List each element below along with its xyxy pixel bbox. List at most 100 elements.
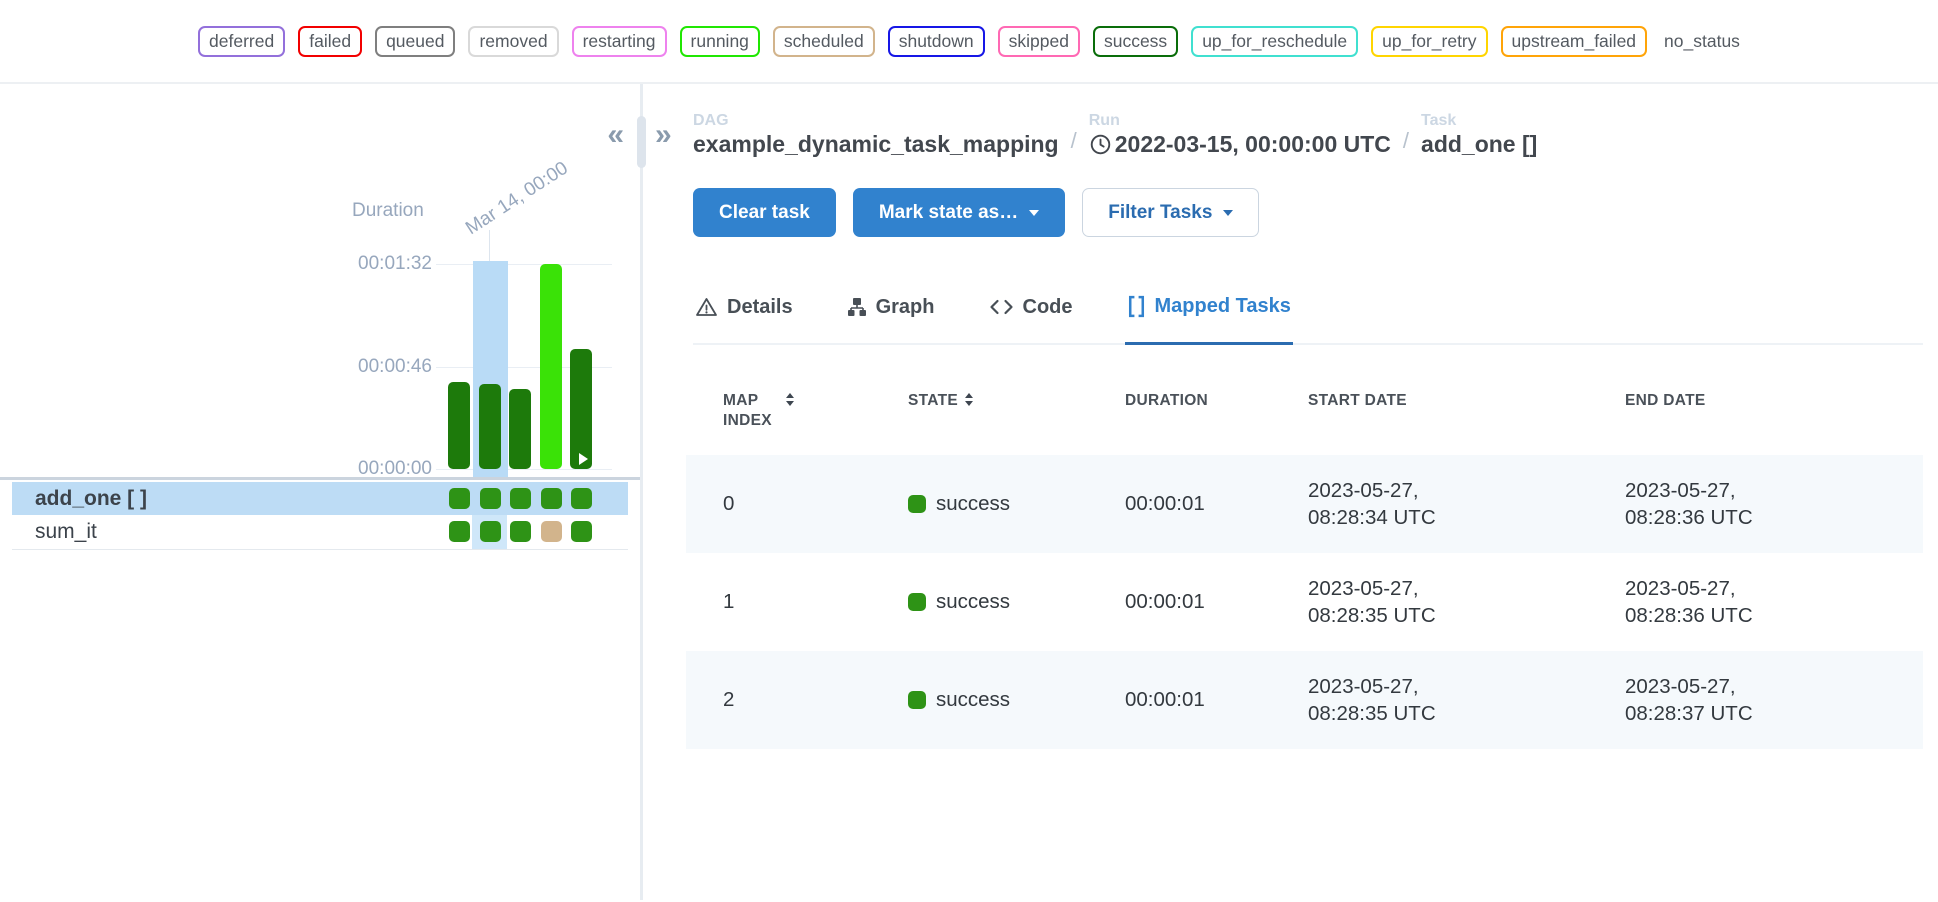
- map-index-cell: 1: [723, 590, 908, 614]
- no-status-label: no_status: [1664, 31, 1740, 52]
- duration-cell: 00:00:01: [1125, 688, 1308, 712]
- tab-code-label: Code: [1023, 296, 1073, 319]
- state-label: success: [936, 688, 1010, 712]
- details-panel: » DAG example_dynamic_task_mapping / Run…: [643, 84, 1938, 900]
- duration-cell: 00:00:01: [1125, 492, 1308, 516]
- duration-cell: 00:00:01: [1125, 590, 1308, 614]
- status-badge-deferred[interactable]: deferred: [198, 26, 285, 57]
- task-instance-success[interactable]: [480, 488, 501, 509]
- breadcrumb-run-segment: Run 2022-03-15, 00:00:00 UTC: [1089, 112, 1391, 158]
- breadcrumb-separator: /: [1403, 128, 1409, 158]
- mapped-task-row[interactable]: 1success00:00:012023-05-27, 08:28:35 UTC…: [686, 553, 1923, 651]
- task-name[interactable]: sum_it: [12, 520, 97, 544]
- detail-tabs: Details Graph Code: [693, 295, 1923, 345]
- dag-run-bar[interactable]: [448, 382, 470, 469]
- header-state-label: STATE: [908, 391, 958, 411]
- status-badge-running[interactable]: running: [680, 26, 760, 57]
- status-badge-scheduled[interactable]: scheduled: [773, 26, 875, 57]
- tab-graph[interactable]: Graph: [845, 295, 937, 343]
- status-badge-shutdown[interactable]: shutdown: [888, 26, 985, 57]
- expand-grid-icon[interactable]: »: [655, 120, 672, 150]
- grid-panel: « Duration Mar 14, 00:00 00:01:3200:00:4…: [0, 84, 640, 900]
- caret-down-icon: [1029, 210, 1039, 216]
- header-end-date-label: END DATE: [1625, 391, 1705, 411]
- header-start-date[interactable]: START DATE: [1308, 391, 1625, 431]
- status-badge-failed[interactable]: failed: [298, 26, 362, 57]
- dag-run-bar[interactable]: [570, 349, 592, 469]
- task-instance-success[interactable]: [449, 488, 470, 509]
- breadcrumb-dag-segment: DAG example_dynamic_task_mapping: [693, 112, 1059, 158]
- start-date-cell: 2023-05-27, 08:28:35 UTC: [1308, 673, 1625, 728]
- mapped-tasks-table: MAP INDEX STATE DURATION START DATE END …: [686, 345, 1923, 749]
- header-map-index[interactable]: MAP INDEX: [723, 391, 908, 431]
- header-duration[interactable]: DURATION: [1125, 391, 1308, 431]
- status-badge-removed[interactable]: removed: [468, 26, 558, 57]
- tab-details[interactable]: Details: [693, 295, 795, 343]
- status-badge-up_for_retry[interactable]: up_for_retry: [1371, 26, 1487, 57]
- dag-run-bar[interactable]: [540, 264, 562, 469]
- tab-graph-label: Graph: [876, 296, 935, 319]
- task-instance-scheduled[interactable]: [541, 521, 562, 542]
- task-row-add-one[interactable]: add_one [ ]: [12, 482, 628, 515]
- task-row-sum-it[interactable]: sum_it: [12, 515, 628, 550]
- header-state[interactable]: STATE: [908, 391, 1125, 431]
- map-index-cell: 2: [723, 688, 908, 712]
- run-label: Run: [1089, 112, 1391, 130]
- status-badge-restarting[interactable]: restarting: [572, 26, 667, 57]
- task-name[interactable]: add_one [ ]: [12, 487, 147, 511]
- mapped-task-row[interactable]: 0success00:00:012023-05-27, 08:28:34 UTC…: [686, 455, 1923, 553]
- breadcrumb-separator: /: [1071, 128, 1077, 158]
- task-instance-success[interactable]: [510, 488, 531, 509]
- state-cell: success: [908, 492, 1125, 516]
- end-date-cell: 2023-05-27, 08:28:36 UTC: [1625, 477, 1923, 532]
- mark-state-as-button[interactable]: Mark state as…: [853, 188, 1065, 237]
- task-instance-success[interactable]: [449, 521, 470, 542]
- sort-icon[interactable]: [786, 393, 794, 406]
- status-badge-queued[interactable]: queued: [375, 26, 455, 57]
- sort-icon[interactable]: [965, 393, 973, 406]
- task-instance-success[interactable]: [571, 488, 592, 509]
- status-badge-upstream_failed[interactable]: upstream_failed: [1501, 26, 1648, 57]
- start-date-cell: 2023-05-27, 08:28:34 UTC: [1308, 477, 1625, 532]
- tab-code[interactable]: Code: [987, 295, 1075, 343]
- status-badge-skipped[interactable]: skipped: [998, 26, 1080, 57]
- header-map-index-label: MAP INDEX: [723, 391, 779, 431]
- filter-tasks-label: Filter Tasks: [1108, 202, 1212, 224]
- state-label: success: [936, 492, 1010, 516]
- chart-axis-line: [0, 477, 640, 480]
- run-value[interactable]: 2022-03-15, 00:00:00 UTC: [1089, 131, 1391, 158]
- tab-mapped-tasks[interactable]: Mapped Tasks: [1125, 295, 1293, 345]
- state-cell: success: [908, 590, 1125, 614]
- y-axis-tick: 00:00:46: [322, 356, 432, 378]
- success-state-icon: [908, 495, 926, 513]
- status-badge-up_for_reschedule[interactable]: up_for_reschedule: [1191, 26, 1358, 57]
- caret-down-icon: [1223, 210, 1233, 216]
- selected-run-crosshair: [489, 230, 490, 264]
- mapped-task-row[interactable]: 2 success 00:00:012023-05-27, 08:28:35 UTC…: [686, 651, 1923, 749]
- dag-run-bar[interactable]: [479, 384, 501, 469]
- graph-icon: [847, 297, 867, 317]
- success-state-icon: [908, 691, 926, 709]
- collapse-grid-icon[interactable]: «: [607, 120, 624, 150]
- filter-tasks-button[interactable]: Filter Tasks: [1082, 188, 1259, 237]
- mapped-tasks-table-header: MAP INDEX STATE DURATION START DATE END …: [686, 345, 1923, 455]
- dag-label: DAG: [693, 112, 1059, 130]
- clear-task-button[interactable]: Clear task: [693, 188, 836, 237]
- task-instance-success[interactable]: [480, 521, 501, 542]
- task-instance-success[interactable]: [510, 521, 531, 542]
- task-value[interactable]: add_one []: [1421, 131, 1537, 158]
- task-instance-success[interactable]: [541, 488, 562, 509]
- clock-icon: [1089, 133, 1112, 156]
- header-duration-label: DURATION: [1125, 391, 1208, 411]
- dag-run-bar[interactable]: [509, 389, 531, 469]
- task-list: add_one [ ] sum_it: [0, 482, 640, 550]
- dag-name[interactable]: example_dynamic_task_mapping: [693, 131, 1059, 158]
- status-badge-success[interactable]: success: [1093, 26, 1178, 57]
- success-state-icon: [908, 593, 926, 611]
- header-end-date[interactable]: END DATE: [1625, 391, 1923, 431]
- task-instance-success[interactable]: [571, 521, 592, 542]
- manual-run-icon: [579, 453, 588, 465]
- breadcrumb-task-segment: Task add_one []: [1421, 112, 1537, 158]
- y-axis-tick: 00:01:32: [322, 253, 432, 275]
- duration-axis-label: Duration: [352, 200, 424, 222]
